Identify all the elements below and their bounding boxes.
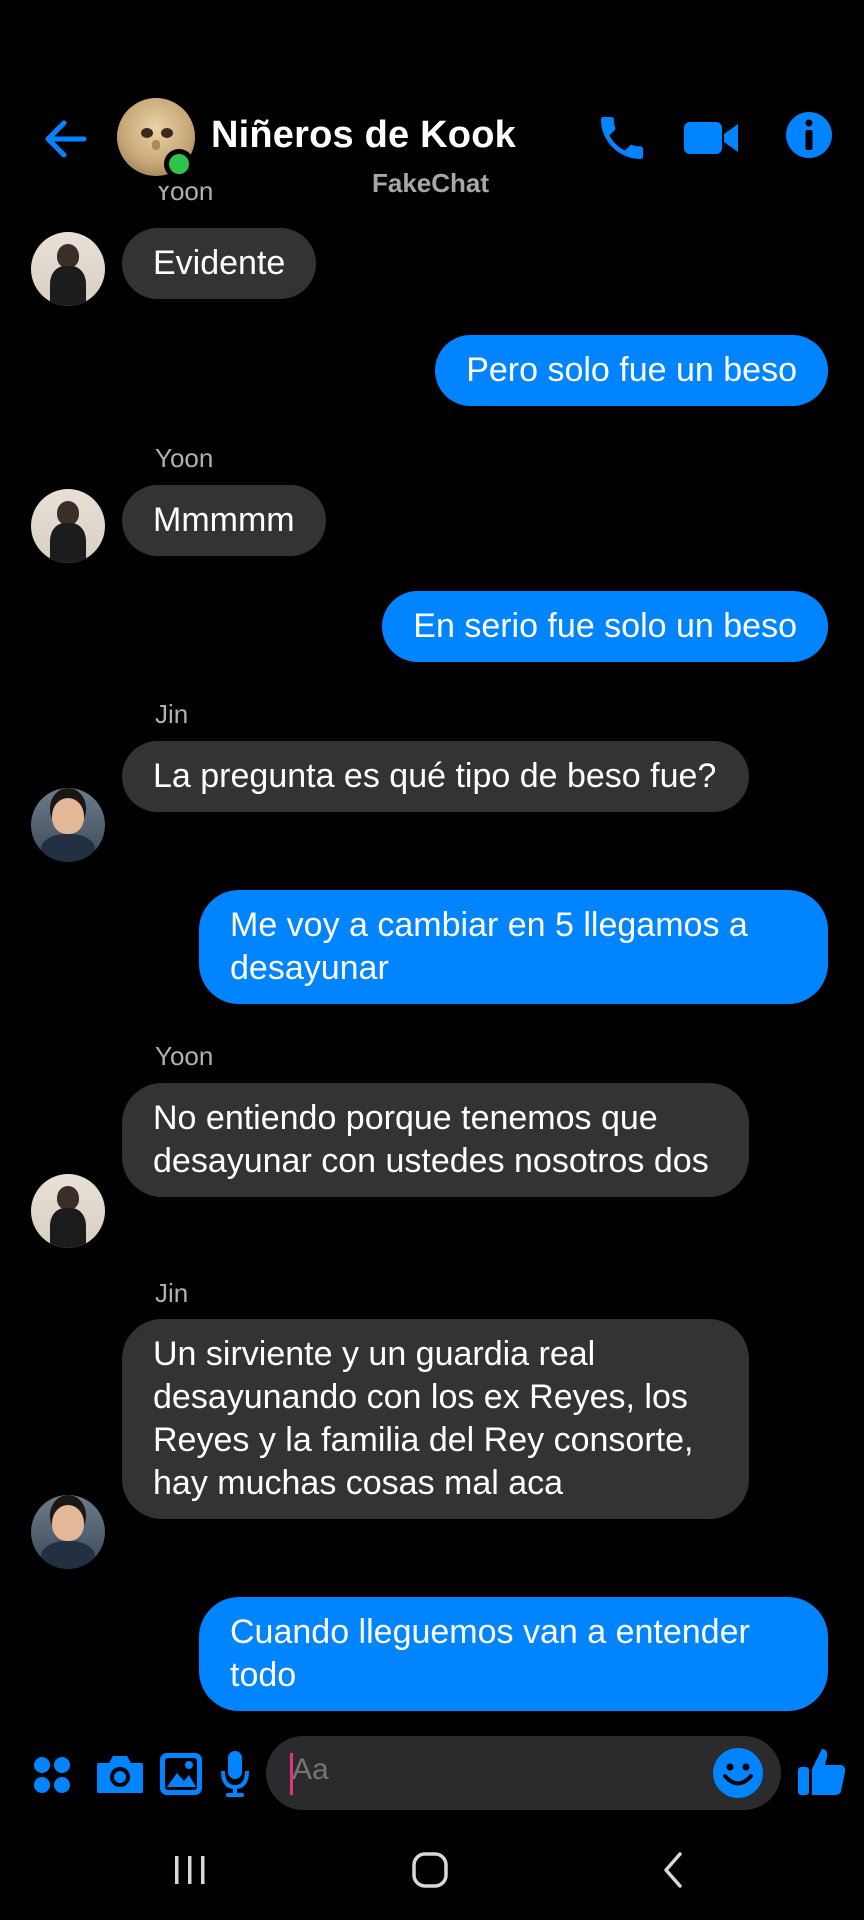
chat-header: Niñeros de Kook FakeChat [0,90,864,210]
apps-icon[interactable] [32,1755,72,1800]
message-bubble-incoming[interactable]: No entiendo porque tenemos que desayunar… [122,1083,749,1197]
gallery-icon[interactable] [158,1751,204,1802]
camera-icon[interactable] [95,1751,145,1802]
message-bubble-incoming[interactable]: La pregunta es qué tipo de beso fue? [122,741,749,812]
sender-name-partial: Yoon [155,186,214,206]
message-bubble-outgoing[interactable]: Pero solo fue un beso [435,335,828,406]
back-arrow-icon[interactable] [40,114,90,164]
sender-name: Jin [155,699,189,729]
avatar-yoon[interactable] [31,232,105,306]
video-call-icon[interactable] [682,110,740,171]
back-nav-icon[interactable] [658,1850,688,1895]
avatar-jin[interactable] [31,1495,105,1569]
avatar-yoon[interactable] [31,489,105,563]
message-bubble-outgoing[interactable]: Cuando lleguemos van a entender todo [199,1597,828,1711]
avatar-jin[interactable] [31,788,105,862]
thumbs-up-icon[interactable] [796,1745,848,1802]
message-bubble-outgoing[interactable]: Me voy a cambiar en 5 llegamos a desayun… [199,890,828,1004]
message-bubble-incoming[interactable]: Mmmmm [122,485,326,556]
sender-name: Jin [155,1278,189,1308]
message-input[interactable] [292,1753,692,1787]
home-icon[interactable] [410,1850,452,1895]
avatar-yoon[interactable] [31,1174,105,1248]
phone-call-icon[interactable] [594,110,650,171]
chat-subtitle: FakeChat [372,168,490,198]
sender-name: Yoon [155,443,214,473]
message-composer [0,1733,864,1813]
online-status-indicator [164,149,194,179]
emoji-icon[interactable] [712,1747,764,1804]
microphone-icon[interactable] [220,1749,250,1804]
message-bubble-incoming[interactable]: Un sirviente y un guardia real desayunan… [122,1319,749,1519]
message-bubble-outgoing[interactable]: En serio fue solo un beso [382,591,828,662]
message-bubble-incoming[interactable]: Evidente [122,228,317,299]
info-icon[interactable] [784,110,834,165]
sender-name: Yoon [155,1041,214,1071]
system-navigation-bar [0,1830,864,1920]
chat-title[interactable]: Niñeros de Kook [211,114,516,157]
recent-apps-icon[interactable] [170,1850,210,1895]
